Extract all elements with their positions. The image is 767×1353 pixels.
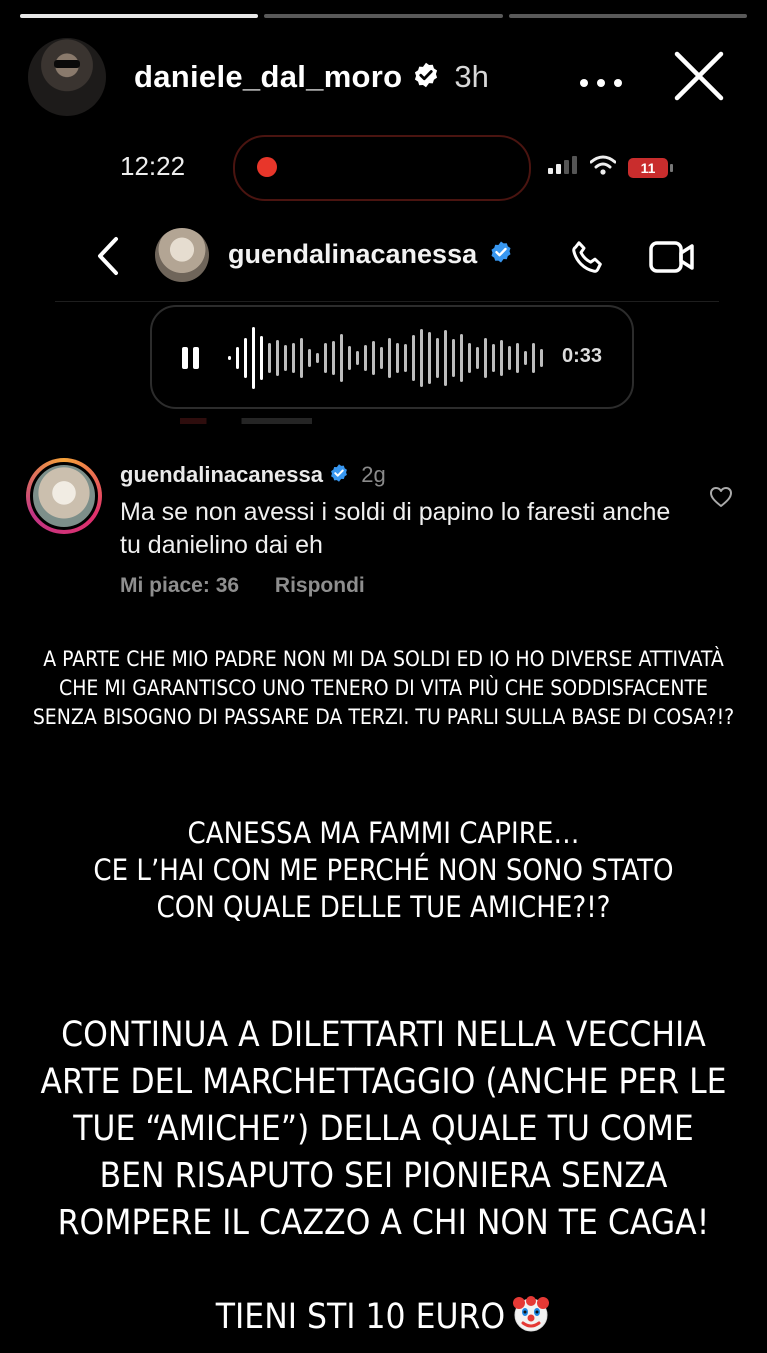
chat-name-label: guendalinacanessa: [228, 239, 478, 269]
waveform-bar: [396, 343, 399, 373]
waveform-bar: [228, 356, 231, 360]
waveform-bar: [452, 339, 455, 377]
comment-avatar: [30, 462, 98, 530]
story-text-reply: A parte che mio padre non mi da soldi ed…: [32, 647, 735, 729]
story-progress-segment: [508, 14, 747, 18]
story-text-closing: Continua a dilettarti nella vecchia arte…: [0, 965, 767, 1341]
verified-icon: [412, 61, 440, 94]
story-progress-fill: [20, 14, 259, 18]
chat-header: guendalinacanessa: [0, 225, 767, 287]
verified-badge-icon: [329, 463, 349, 489]
waveform-bar: [412, 335, 415, 381]
story-progress-segment: [264, 14, 503, 18]
comment-header: guendalinacanessa 2g: [120, 462, 386, 489]
more-horizontal-icon[interactable]: [579, 64, 623, 94]
waveform-bar: [380, 347, 383, 369]
avatar-sunglasses: [54, 60, 80, 68]
waveform-bar: [316, 353, 319, 363]
pause-icon[interactable]: [180, 345, 202, 371]
story-text-closing-body: Continua a dilettarti nella vecchia arte…: [40, 1015, 727, 1243]
waveform-bar: [484, 338, 487, 378]
waveform-bar: [252, 327, 255, 389]
reply-button[interactable]: Rispondi: [275, 574, 365, 597]
waveform-bar: [404, 344, 407, 372]
chat-name[interactable]: guendalinacanessa: [228, 239, 513, 271]
back-chevron-icon[interactable]: [92, 235, 124, 277]
phone-call-icon[interactable]: [568, 237, 608, 277]
wifi-icon: [589, 155, 617, 180]
clown-face-icon: [511, 1294, 551, 1334]
waveform-bar: [516, 343, 519, 373]
story-progress-segment: [20, 14, 259, 18]
comment-text: Ma se non avessi i soldi di papino lo fa…: [120, 498, 671, 559]
waveform-bar: [500, 340, 503, 376]
chat-avatar[interactable]: [155, 228, 209, 282]
battery-icon: 11: [628, 157, 673, 178]
story-progress-bars: [20, 14, 747, 18]
waveform-bar: [428, 332, 431, 384]
waveform-bar: [492, 344, 495, 372]
voice-message-bubble[interactable]: 0:33: [150, 305, 634, 409]
story-text-question: Canessa ma fammi capire… Ce l’hai con me…: [93, 816, 674, 924]
comment-meta: Mi piace: 36 Rispondi: [120, 574, 365, 598]
waveform-bar: [532, 343, 535, 373]
recording-dot-icon: [257, 157, 277, 177]
heart-icon[interactable]: [709, 486, 733, 508]
waveform-bar: [276, 340, 279, 376]
waveform-bar: [236, 347, 239, 369]
waveform-bar: [340, 334, 343, 382]
waveform-bar: [292, 343, 295, 373]
waveform-bar: [540, 349, 543, 367]
waveform-bar: [372, 341, 375, 375]
story-header: daniele_dal_moro 3h: [28, 38, 747, 116]
waveform-bar: [260, 336, 263, 380]
chat-divider: [55, 301, 719, 302]
cropped-text-fragment: [180, 418, 400, 424]
phone-status-bar: 12:22 11: [0, 135, 767, 201]
close-icon[interactable]: [673, 50, 725, 102]
waveform-bar: [468, 343, 471, 373]
comment-avatar-story-ring[interactable]: [26, 458, 102, 534]
waveform-bar: [300, 338, 303, 378]
status-icons: 11: [548, 155, 673, 180]
waveform-bar: [284, 345, 287, 371]
waveform-bar: [460, 334, 463, 382]
video-call-icon[interactable]: [648, 237, 696, 277]
verified-badge-icon: [489, 240, 513, 271]
dynamic-island: [233, 135, 531, 201]
waveform-bar: [244, 338, 247, 378]
waveform-bar: [268, 343, 271, 373]
story-screen: daniele_dal_moro 3h 12:22 11 guendalinac…: [0, 0, 767, 1353]
story-text-closing-last: Tieni sti 10 euro: [215, 1297, 506, 1337]
story-avatar[interactable]: [28, 38, 106, 116]
comment-likes[interactable]: Mi piace: 36: [120, 574, 239, 597]
voice-duration: 0:33: [562, 345, 603, 367]
story-username[interactable]: daniele_dal_moro: [134, 59, 402, 95]
comment-username[interactable]: guendalinacanessa: [120, 462, 323, 487]
waveform-bar: [420, 329, 423, 387]
story-time: 3h: [454, 59, 489, 94]
signal-icon: [548, 156, 578, 179]
waveform-bar: [476, 347, 479, 369]
comment-time: 2g: [361, 462, 386, 487]
waveform-bar: [436, 338, 439, 378]
status-time: 12:22: [120, 151, 186, 181]
waveform-bar: [308, 349, 311, 367]
waveform-bar: [444, 330, 447, 386]
waveform-bar: [364, 345, 367, 371]
waveform-bar: [356, 351, 359, 365]
comment: guendalinacanessa 2g Ma se non avessi i …: [26, 458, 743, 608]
voice-waveform[interactable]: [228, 327, 548, 389]
waveform-bar: [388, 338, 391, 378]
waveform-bar: [508, 346, 511, 370]
waveform-bar: [324, 343, 327, 373]
waveform-bar: [348, 346, 351, 370]
waveform-bar: [524, 351, 527, 365]
waveform-bar: [332, 341, 335, 375]
